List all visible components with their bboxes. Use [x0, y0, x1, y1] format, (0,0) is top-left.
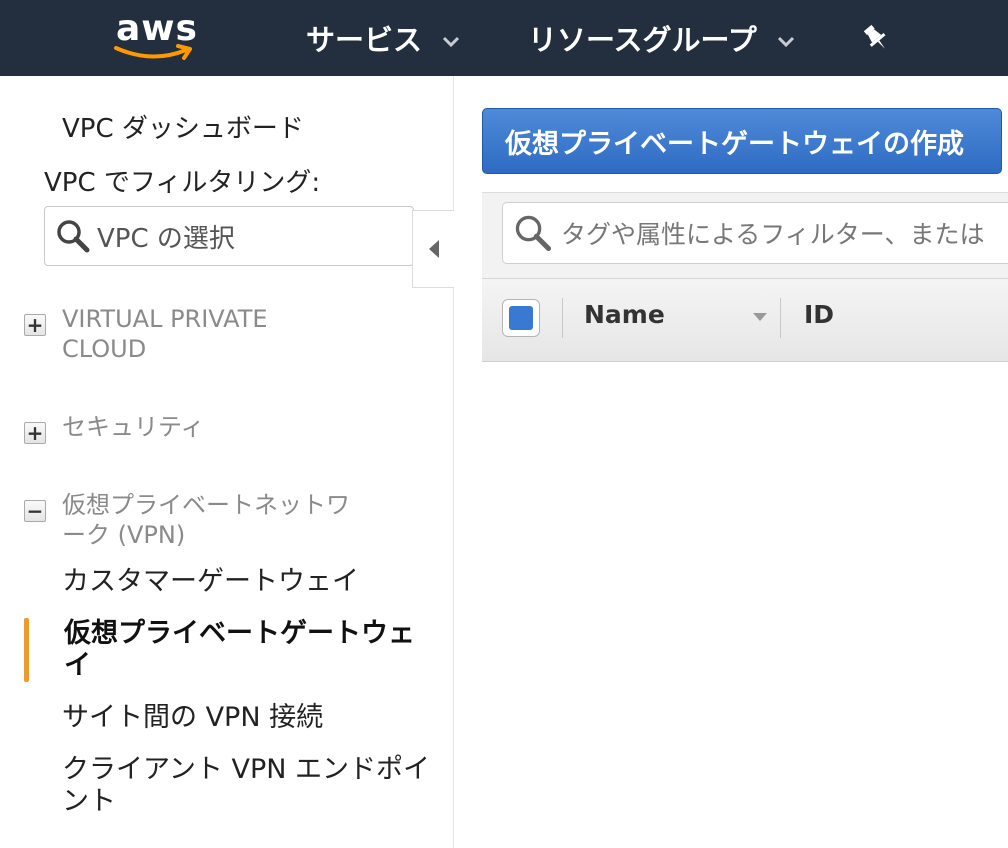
sidebar-section-virtual-private-cloud[interactable]: + VIRTUAL PRIVATE CLOUD: [24, 304, 352, 364]
column-separator[interactable]: [780, 298, 781, 338]
checkbox-indeterminate-icon: [509, 306, 533, 330]
chevron-down-icon: [442, 21, 460, 55]
chevron-left-icon: [428, 240, 439, 258]
pin-icon[interactable]: [860, 22, 892, 54]
sidebar-item-virtual-private-gateways[interactable]: 仮想プライベートゲートウェイ: [64, 618, 424, 682]
resource-groups-menu[interactable]: リソースグループ: [528, 18, 795, 58]
search-icon: [515, 215, 552, 252]
vpc-select-input[interactable]: VPC の選択: [44, 206, 414, 266]
expand-icon[interactable]: +: [24, 422, 46, 444]
create-virtual-private-gateway-button[interactable]: 仮想プライベートゲートウェイの作成: [482, 108, 1002, 174]
filter-placeholder: タグや属性によるフィルター、または: [561, 220, 985, 249]
sidebar-section-security[interactable]: + セキュリティ: [24, 412, 352, 444]
collapse-sidebar-button[interactable]: [412, 210, 454, 288]
resource-groups-menu-label: リソースグループ: [528, 23, 757, 57]
column-header-name[interactable]: Name: [584, 300, 665, 329]
chevron-down-icon: [777, 21, 795, 55]
active-indicator: [24, 618, 29, 682]
services-menu-label: サービス: [306, 23, 423, 57]
services-menu[interactable]: サービス: [306, 18, 460, 58]
top-navigation-bar: aws サービス リソースグループ: [0, 0, 1008, 76]
search-icon: [57, 220, 90, 253]
sidebar-item-customer-gateways[interactable]: カスタマーゲートウェイ: [62, 566, 422, 598]
sidebar-item-client-vpn-endpoints[interactable]: クライアント VPN エンドポイント: [62, 754, 432, 818]
sort-caret-down-icon[interactable]: [752, 312, 768, 322]
select-all-checkbox[interactable]: [502, 299, 540, 337]
sidebar-item-vpc-dashboard[interactable]: VPC ダッシュボード: [62, 108, 304, 145]
table-header: [482, 278, 1008, 362]
expand-icon[interactable]: +: [24, 314, 46, 336]
sidebar-item-site-to-site-vpn[interactable]: サイト間の VPN 接続: [62, 702, 422, 734]
vpc-filter-label: VPC でフィルタリング:: [44, 168, 321, 198]
column-separator[interactable]: [562, 298, 563, 338]
sidebar-section-label: 仮想プライベートネットワーク (VPN): [62, 491, 350, 549]
aws-smile-icon: [114, 44, 192, 60]
aws-logo[interactable]: aws: [112, 8, 202, 64]
collapse-icon[interactable]: −: [24, 500, 46, 522]
sidebar-section-label: VIRTUAL PRIVATE CLOUD: [62, 305, 268, 363]
vpc-select-placeholder: VPC の選択: [97, 223, 235, 254]
column-header-id[interactable]: ID: [804, 300, 834, 329]
sidebar-section-label: セキュリティ: [62, 413, 205, 441]
sidebar-section-vpn[interactable]: − 仮想プライベートネットワーク (VPN): [24, 490, 352, 550]
filter-search-input[interactable]: タグや属性によるフィルター、または: [502, 202, 1008, 264]
